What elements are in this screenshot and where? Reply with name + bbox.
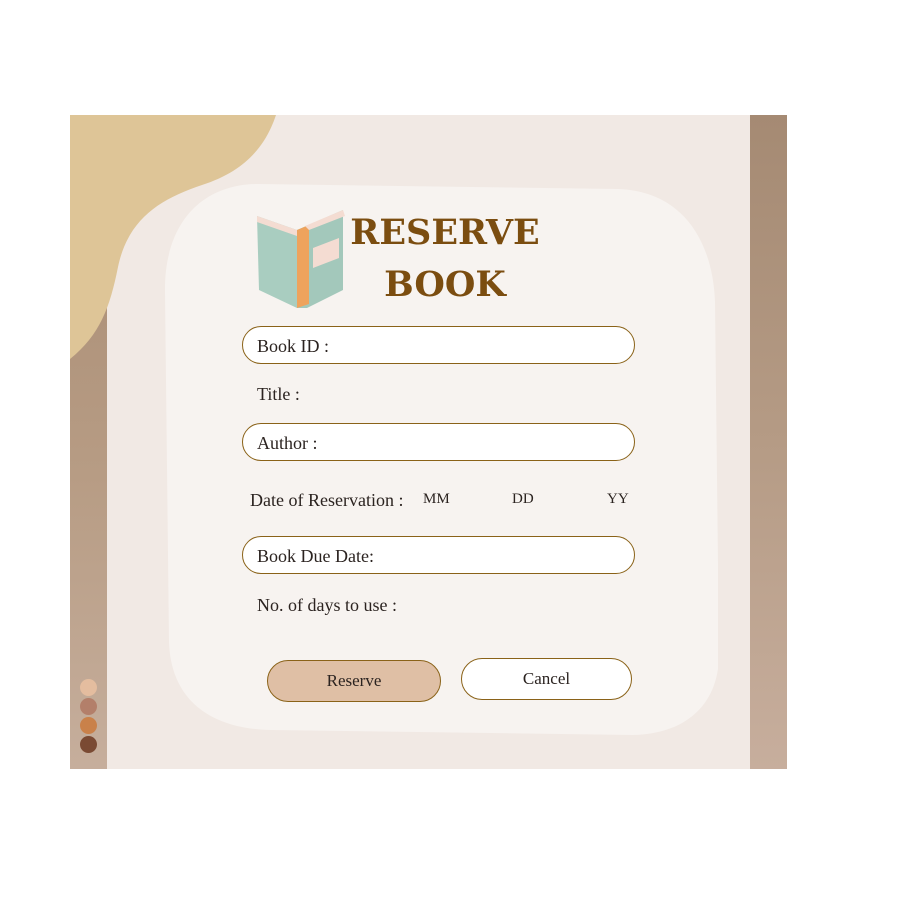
- reservation-date-label: Date of Reservation :: [250, 490, 404, 510]
- day-field[interactable]: DD: [512, 491, 534, 508]
- page-title: RESERVE BOOK: [340, 207, 550, 311]
- open-book-icon: [253, 208, 349, 315]
- due-date-label: Book Due Date:: [257, 546, 374, 566]
- reserve-button[interactable]: Reserve: [267, 660, 441, 702]
- year-field[interactable]: YY: [607, 491, 629, 508]
- swatch-dot: [80, 717, 97, 734]
- days-to-use-label: No. of days to use :: [257, 595, 397, 615]
- swatch-dot: [80, 679, 97, 696]
- right-decor-band: [750, 115, 787, 769]
- cancel-button[interactable]: Cancel: [461, 658, 632, 700]
- title-label: Title :: [257, 384, 300, 404]
- due-date-field[interactable]: Book Due Date:: [242, 536, 635, 574]
- book-id-field[interactable]: Book ID :: [242, 326, 635, 364]
- swatch-dot: [80, 698, 97, 715]
- title-line-1: RESERVE: [350, 212, 540, 253]
- swatch-dot: [80, 736, 97, 753]
- title-line-2: BOOK: [384, 264, 506, 305]
- book-id-label: Book ID :: [257, 336, 329, 356]
- author-label: Author :: [257, 433, 318, 453]
- author-field[interactable]: Author :: [242, 423, 635, 461]
- month-field[interactable]: MM: [423, 491, 450, 508]
